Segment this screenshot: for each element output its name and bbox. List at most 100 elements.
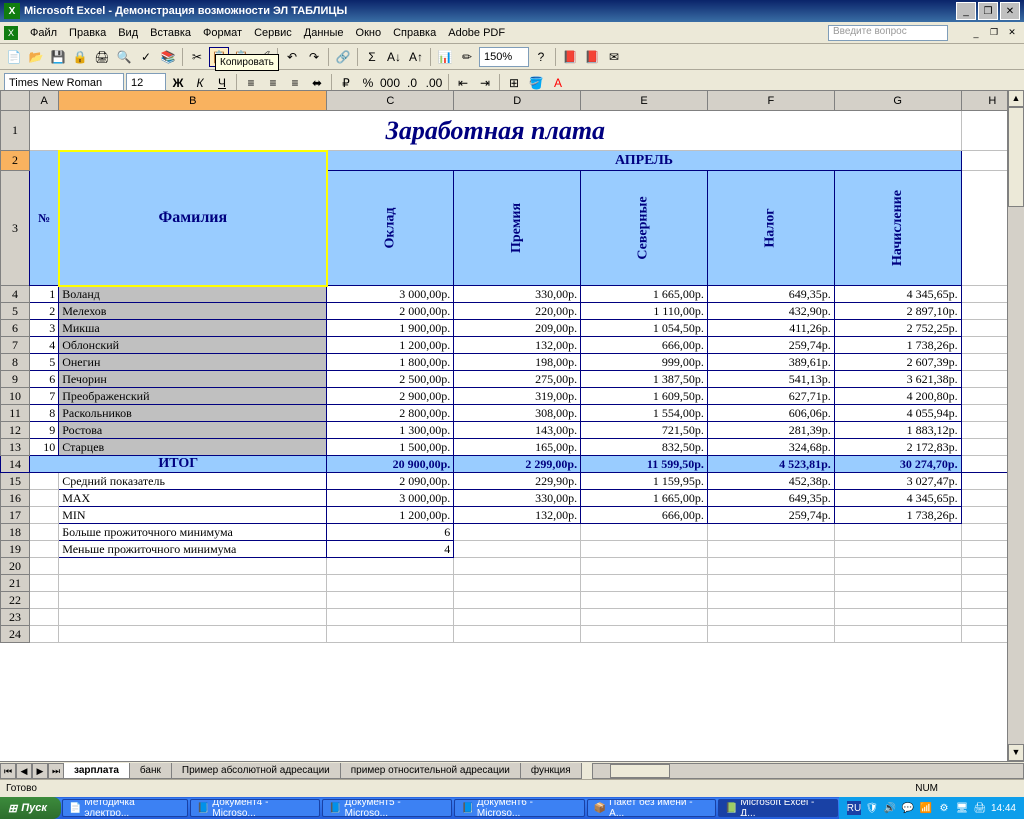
itog-label[interactable]: ИТОГ — [30, 456, 327, 473]
row-header[interactable]: 17 — [1, 507, 30, 524]
cell[interactable]: 143,00р. — [454, 422, 581, 439]
cell[interactable]: 3 — [30, 320, 59, 337]
cell[interactable]: 606,06р. — [707, 405, 834, 422]
cell[interactable]: 541,13р. — [707, 371, 834, 388]
row-header[interactable]: 18 — [1, 524, 30, 541]
preview-icon[interactable]: 🔍 — [114, 47, 134, 67]
cell[interactable]: 2 000,00р. — [327, 303, 454, 320]
cell[interactable]: 2 172,83р. — [834, 439, 961, 456]
row-header[interactable]: 2 — [1, 151, 30, 171]
row-header[interactable]: 19 — [1, 541, 30, 558]
start-button[interactable]: ⊞Пуск — [0, 797, 61, 819]
cell[interactable]: 2 800,00р. — [327, 405, 454, 422]
cell[interactable]: Ростова — [59, 422, 327, 439]
cell[interactable]: 165,00р. — [454, 439, 581, 456]
maximize-button[interactable]: ❐ — [978, 2, 998, 20]
cell[interactable]: 1 665,00р. — [581, 490, 708, 507]
cell[interactable]: 1 554,00р. — [581, 405, 708, 422]
cell[interactable]: 132,00р. — [454, 337, 581, 354]
select-all-corner[interactable] — [1, 91, 30, 111]
undo-icon[interactable]: ↶ — [282, 47, 302, 67]
tray-icon[interactable]: 🖨 — [973, 801, 987, 815]
cell[interactable]: Воланд — [59, 286, 327, 303]
cell[interactable]: 666,00р. — [581, 337, 708, 354]
redo-icon[interactable]: ↷ — [304, 47, 324, 67]
cell[interactable]: 4 — [327, 541, 454, 558]
row-header[interactable]: 9 — [1, 371, 30, 388]
permission-icon[interactable]: 🔒 — [70, 47, 90, 67]
col-header[interactable]: B — [59, 91, 327, 111]
row-header[interactable]: 22 — [1, 592, 30, 609]
cell[interactable]: 1 900,00р. — [327, 320, 454, 337]
help-icon[interactable]: ? — [531, 47, 551, 67]
doc-close-button[interactable]: ✕ — [1004, 26, 1020, 40]
row-header[interactable]: 7 — [1, 337, 30, 354]
row-header[interactable]: 24 — [1, 626, 30, 643]
row-header[interactable]: 6 — [1, 320, 30, 337]
col-header[interactable]: E — [581, 91, 708, 111]
cell[interactable]: 1 500,00р. — [327, 439, 454, 456]
tab-nav-prev[interactable]: ◀ — [16, 763, 32, 779]
header-family[interactable]: Фамилия — [59, 151, 327, 286]
cell[interactable]: 1 738,26р. — [834, 507, 961, 524]
cell[interactable]: 2 090,00р. — [327, 473, 454, 490]
cell[interactable]: 4 055,94р. — [834, 405, 961, 422]
cell[interactable]: 319,00р. — [454, 388, 581, 405]
cell[interactable]: 330,00р. — [454, 490, 581, 507]
menu-window[interactable]: Окно — [350, 25, 388, 41]
cell[interactable]: 259,74р. — [707, 507, 834, 524]
menu-adobe[interactable]: Adobe PDF — [442, 25, 511, 41]
tab-nav-first[interactable]: ⏮ — [0, 763, 16, 779]
drawing-icon[interactable]: ✏ — [457, 47, 477, 67]
tab-nav-next[interactable]: ▶ — [32, 763, 48, 779]
itog-cell[interactable]: 11 599,50р. — [581, 456, 708, 473]
doc-minimize-button[interactable]: _ — [968, 26, 984, 40]
row-header[interactable]: 10 — [1, 388, 30, 405]
tray-icon[interactable]: 🖥 — [955, 801, 969, 815]
close-button[interactable]: ✕ — [1000, 2, 1020, 20]
cell[interactable]: Микша — [59, 320, 327, 337]
cell[interactable]: 2 900,00р. — [327, 388, 454, 405]
cell[interactable]: Онегин — [59, 354, 327, 371]
cell[interactable]: Облонский — [59, 337, 327, 354]
cell[interactable]: 330,00р. — [454, 286, 581, 303]
cell[interactable]: 2 607,39р. — [834, 354, 961, 371]
cut-icon[interactable]: ✂ — [187, 47, 207, 67]
spreadsheet-grid[interactable]: A B C D E F G H 1 Заработная плата 2 № Ф… — [0, 90, 1024, 761]
cell[interactable]: 220,00р. — [454, 303, 581, 320]
cell[interactable]: 209,00р. — [454, 320, 581, 337]
row-header[interactable]: 14 — [1, 456, 30, 473]
cell[interactable]: 666,00р. — [581, 507, 708, 524]
horizontal-scrollbar[interactable] — [592, 763, 1024, 779]
col-header[interactable]: G — [834, 91, 961, 111]
link-icon[interactable]: 🔗 — [333, 47, 353, 67]
cell[interactable]: 452,38р. — [707, 473, 834, 490]
menu-edit[interactable]: Правка — [63, 25, 112, 41]
column-headers[interactable]: A B C D E F G H — [1, 91, 1024, 111]
tray-icon[interactable]: 📶 — [919, 801, 933, 815]
menu-view[interactable]: Вид — [112, 25, 144, 41]
cell[interactable]: 4 345,65р. — [834, 286, 961, 303]
cell[interactable]: 1 387,50р. — [581, 371, 708, 388]
cell[interactable]: 308,00р. — [454, 405, 581, 422]
lang-indicator[interactable]: RU — [847, 801, 861, 815]
cell[interactable]: 649,35р. — [707, 490, 834, 507]
menu-help[interactable]: Справка — [387, 25, 442, 41]
sheet-tab[interactable]: банк — [129, 763, 172, 779]
row-header[interactable]: 16 — [1, 490, 30, 507]
row-header[interactable]: 5 — [1, 303, 30, 320]
row-header[interactable]: 21 — [1, 575, 30, 592]
chart-icon[interactable]: 📊 — [435, 47, 455, 67]
scroll-down-button[interactable]: ▼ — [1008, 744, 1024, 761]
hscroll-thumb[interactable] — [610, 764, 670, 778]
header-sub[interactable]: Северные — [581, 171, 708, 286]
row-header[interactable]: 23 — [1, 609, 30, 626]
header-sub[interactable]: Начисление — [834, 171, 961, 286]
zoom-combo[interactable]: 150% — [479, 47, 529, 67]
header-sub[interactable]: Оклад — [327, 171, 454, 286]
sort-desc-icon[interactable]: A↑ — [406, 47, 426, 67]
cell[interactable]: 1 110,00р. — [581, 303, 708, 320]
row-header[interactable]: 15 — [1, 473, 30, 490]
cell[interactable]: MAX — [59, 490, 327, 507]
cell[interactable]: 1 200,00р. — [327, 507, 454, 524]
